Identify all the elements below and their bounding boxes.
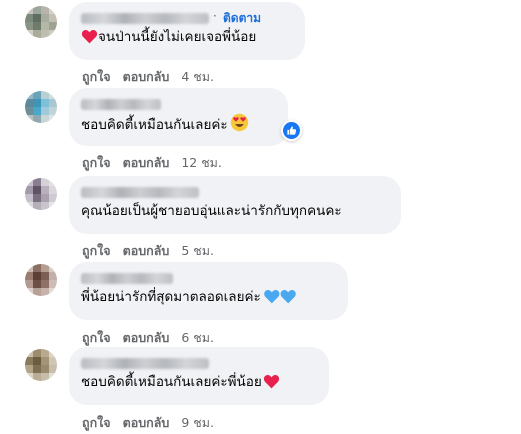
comment-actions: ถูกใจ ตอบกลับ 5 ชม. (82, 241, 214, 261)
comment-text-content: จนป่านนี้ยังไม่เคยเจอพี่น้อย (98, 29, 257, 45)
like-action[interactable]: ถูกใจ (82, 155, 111, 170)
comment-timestamp[interactable]: 12 ชม. (181, 155, 222, 170)
comment-timestamp[interactable]: 6 ชม. (181, 330, 214, 345)
comment-text: พี่น้อยน่ารักที่สุดมาตลอดเลยค่ะ (81, 287, 336, 307)
blue-hearts-icon (263, 289, 296, 304)
comment-text-content: ชอบคิดตี้เหมือนกันเลยค่ะ (81, 117, 228, 133)
thumbs-up-icon (283, 122, 300, 139)
commenter-name-redacted[interactable] (81, 99, 161, 110)
reply-action[interactable]: ตอบกลับ (123, 243, 170, 258)
comment-text: จนป่านนี้ยังไม่เคยเจอพี่น้อย (81, 27, 293, 47)
commenter-name-redacted[interactable] (81, 358, 209, 369)
follow-button[interactable]: ติดตาม (223, 9, 261, 28)
commenter-name-row (81, 269, 336, 285)
comment-bubble: · ติดตาม จนป่านนี้ยังไม่เคยเจอพี่น้อย (69, 2, 305, 60)
avatar[interactable] (25, 178, 57, 210)
red-heart-icon (263, 374, 279, 389)
comment-actions: ถูกใจ ตอบกลับ 4 ชม. (82, 67, 214, 87)
comment-timestamp[interactable]: 5 ชม. (181, 243, 214, 258)
comment-text-content: คุณน้อยเป็นผู้ชายอบอุ่นและน่ารักกับทุกคน… (81, 203, 342, 219)
comment-actions: ถูกใจ ตอบกลับ 12 ชม. (82, 153, 222, 173)
comment-timestamp[interactable]: 4 ชม. (181, 69, 214, 84)
reply-action[interactable]: ตอบกลับ (123, 69, 170, 84)
commenter-name-redacted[interactable] (81, 187, 199, 198)
comment-text: ชอบคิดตี้เหมือนกันเลยค่ะ (81, 113, 276, 135)
commenter-name-redacted[interactable] (81, 13, 209, 24)
comment-bubble: ชอบคิดตี้เหมือนกันเลยค่ะ (69, 88, 288, 146)
avatar[interactable] (25, 349, 57, 381)
avatar[interactable] (25, 91, 57, 123)
comment-bubble: พี่น้อยน่ารักที่สุดมาตลอดเลยค่ะ (69, 262, 348, 320)
comment-actions: ถูกใจ ตอบกลับ 9 ชม. (82, 413, 214, 433)
commenter-name-row (81, 354, 317, 370)
avatar[interactable] (25, 6, 57, 38)
commenter-name-row (81, 95, 276, 111)
follow-separator: · (213, 9, 217, 23)
reply-action[interactable]: ตอบกลับ (123, 330, 170, 345)
commenter-name-redacted[interactable] (81, 273, 173, 284)
reply-action[interactable]: ตอบกลับ (123, 415, 170, 430)
like-reaction-icon[interactable] (281, 120, 302, 141)
commenter-name-row (81, 183, 389, 199)
comment-timestamp[interactable]: 9 ชม. (181, 415, 214, 430)
reply-action[interactable]: ตอบกลับ (123, 155, 170, 170)
comment-actions: ถูกใจ ตอบกลับ 6 ชม. (82, 328, 214, 348)
like-action[interactable]: ถูกใจ (82, 69, 111, 84)
like-action[interactable]: ถูกใจ (82, 243, 111, 258)
heart-eyes-emoji-icon (230, 113, 248, 132)
like-action[interactable]: ถูกใจ (82, 415, 111, 430)
comment-text: ชอบคิดตี้เหมือนกันเลยค่ะพี่น้อย (81, 372, 317, 392)
comment-text-content: พี่น้อยน่ารักที่สุดมาตลอดเลยค่ะ (81, 289, 261, 305)
comment-bubble: คุณน้อยเป็นผู้ชายอบอุ่นและน่ารักกับทุกคน… (69, 176, 401, 234)
red-heart-icon (81, 29, 98, 44)
comment-bubble: ชอบคิดตี้เหมือนกันเลยค่ะพี่น้อย (69, 347, 329, 405)
commenter-name-row: · ติดตาม (81, 9, 293, 25)
comment-text: คุณน้อยเป็นผู้ชายอบอุ่นและน่ารักกับทุกคน… (81, 201, 389, 221)
avatar[interactable] (25, 264, 57, 296)
like-action[interactable]: ถูกใจ (82, 330, 111, 345)
comment-text-content: ชอบคิดตี้เหมือนกันเลยค่ะพี่น้อย (81, 374, 262, 390)
